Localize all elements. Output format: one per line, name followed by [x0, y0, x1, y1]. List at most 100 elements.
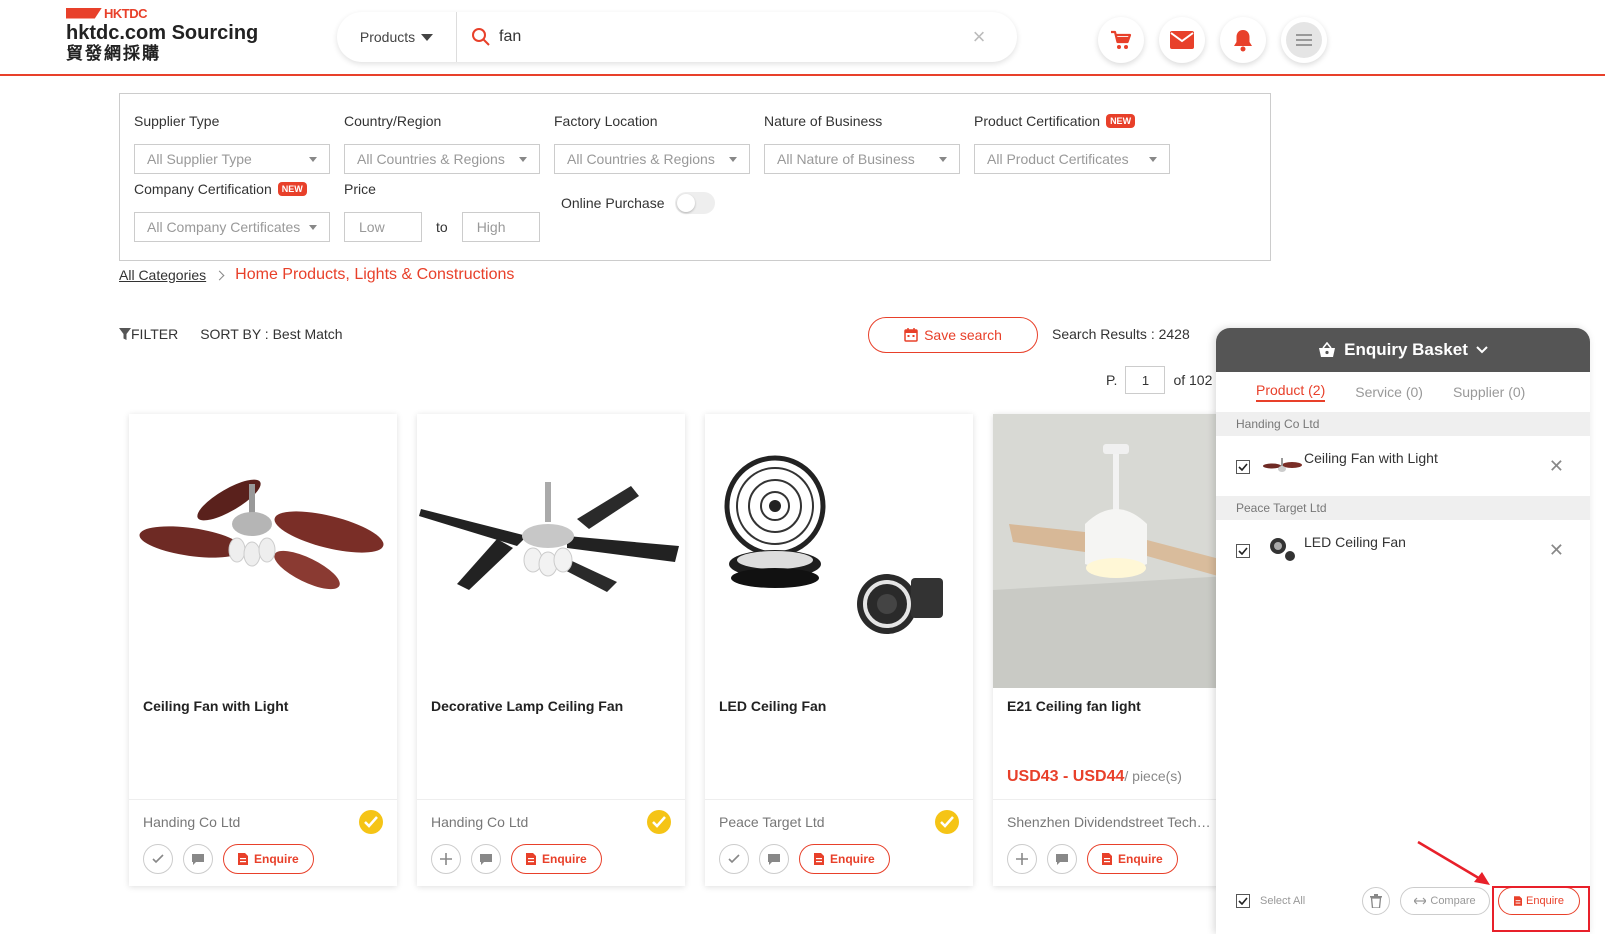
logo-hktdc: HKTDC [104, 5, 148, 21]
product-image[interactable] [417, 414, 685, 688]
enquire-button[interactable]: Enquire [511, 844, 602, 874]
product-card[interactable]: Decorative Lamp Ceiling Fan Handing Co L… [417, 414, 685, 886]
caret-down-icon [939, 156, 947, 162]
header-icons [1098, 17, 1327, 63]
enquire-button[interactable]: Enquire [1087, 844, 1178, 874]
price-low-input[interactable]: Low [344, 212, 422, 242]
basket-item: LED Ceiling Fan ✕ [1216, 520, 1590, 580]
enquiry-basket-header[interactable]: Enquiry Basket [1216, 328, 1590, 372]
country-region-select[interactable]: All Countries & Regions [344, 144, 540, 174]
search-category-label: Products [359, 29, 416, 45]
select-all-checkbox[interactable] [1236, 894, 1250, 908]
factory-location-select[interactable]: All Countries & Regions [554, 144, 750, 174]
select-value: All Company Certificates [147, 219, 301, 235]
item-name[interactable]: LED Ceiling Fan [1304, 534, 1406, 550]
add-to-basket-button[interactable] [143, 844, 173, 874]
tab-product[interactable]: Product (2) [1256, 382, 1326, 402]
calendar-icon [904, 328, 918, 342]
filter-nature-of-business: Nature of Business All Nature of Busines… [764, 112, 960, 174]
product-card[interactable]: LED Ceiling Fan Peace Target Ltd Enquire [705, 414, 973, 886]
check-icon [1238, 897, 1248, 905]
select-value: All Supplier Type [147, 151, 252, 167]
company-certification-select[interactable]: All Company Certificates [134, 212, 330, 242]
page-number-input[interactable]: 1 [1125, 366, 1166, 394]
enquire-button[interactable]: Enquire [223, 844, 314, 874]
cart-icon[interactable] [1098, 17, 1144, 63]
ceiling-fan-image [139, 479, 384, 590]
document-icon [238, 853, 248, 865]
price-unit: / piece(s) [1124, 768, 1182, 784]
chat-button[interactable] [183, 844, 213, 874]
nature-of-business-select[interactable]: All Nature of Business [764, 144, 960, 174]
filter-panel: Supplier Type All Supplier Type Country/… [119, 93, 1271, 261]
tab-supplier[interactable]: Supplier (0) [1453, 384, 1525, 400]
item-thumbnail[interactable] [1262, 450, 1302, 482]
add-to-basket-button[interactable] [431, 844, 461, 874]
add-to-basket-button[interactable] [1007, 844, 1037, 874]
product-certification-select[interactable]: All Product Certificates [974, 144, 1170, 174]
delete-button[interactable] [1362, 887, 1390, 915]
search-icon[interactable] [463, 12, 499, 62]
document-icon [526, 853, 536, 865]
compare-icon [1414, 897, 1427, 905]
logo-title: hktdc.com Sourcing [66, 22, 259, 44]
caret-down-icon [421, 33, 434, 41]
save-search-button[interactable]: Save search [868, 317, 1038, 353]
price-high-input[interactable]: High [461, 212, 540, 242]
add-to-basket-button[interactable] [719, 844, 749, 874]
chat-button[interactable] [1047, 844, 1077, 874]
new-badge: NEW [1106, 114, 1136, 128]
basket-supplier-group: Peace Target Ltd [1216, 496, 1590, 520]
breadcrumb-current[interactable]: Home Products, Lights & Constructions [235, 266, 514, 284]
filter-label: Country/Region [344, 113, 442, 129]
product-card[interactable]: Ceiling Fan with Light Handing Co Ltd En… [129, 414, 397, 886]
caret-down-icon [309, 224, 317, 230]
supplier-name[interactable]: Peace Target Ltd [719, 814, 929, 830]
ceiling-fan-image [419, 482, 679, 592]
tab-service[interactable]: Service (0) [1355, 384, 1423, 400]
item-name[interactable]: Ceiling Fan with Light [1304, 450, 1438, 466]
page-total: of 102 [1173, 372, 1213, 388]
product-title[interactable]: Ceiling Fan with Light [143, 698, 288, 714]
caret-down-icon [309, 156, 317, 162]
chat-button[interactable] [471, 844, 501, 874]
compare-button[interactable]: Compare [1400, 887, 1490, 915]
annotation-arrow-icon [1417, 840, 1490, 885]
bell-icon[interactable] [1220, 17, 1266, 63]
enquire-button[interactable]: Enquire [799, 844, 890, 874]
select-all[interactable]: Select All [1236, 894, 1305, 908]
remove-item-icon[interactable]: ✕ [1549, 540, 1564, 561]
item-thumbnail[interactable] [1262, 534, 1302, 566]
basket-title: Enquiry Basket [1344, 340, 1468, 359]
save-search-label: Save search [924, 327, 1002, 343]
new-badge: NEW [277, 182, 307, 196]
select-value: All Nature of Business [777, 151, 915, 167]
product-title[interactable]: Decorative Lamp Ceiling Fan [431, 698, 623, 714]
online-purchase-toggle[interactable] [674, 192, 715, 214]
supplier-name[interactable]: Shenzhen Dividendstreet Technology [1007, 814, 1217, 830]
clear-search-icon[interactable]: × [959, 24, 999, 50]
search-category-dropdown[interactable]: Products [337, 12, 457, 62]
remove-item-icon[interactable]: ✕ [1549, 456, 1564, 477]
hktdc-logo[interactable]: HKTDC hktdc.com Sourcing 貿發網採購 [66, 6, 258, 64]
product-image[interactable] [705, 414, 973, 688]
item-checkbox[interactable] [1236, 460, 1250, 474]
enquiry-basket-panel: Enquiry Basket Product (2) Service (0) S… [1216, 328, 1590, 934]
product-title[interactable]: E21 Ceiling fan light [1007, 698, 1141, 714]
supplier-name[interactable]: Handing Co Ltd [143, 814, 353, 830]
compare-label: Compare [1430, 895, 1476, 907]
supplier-type-select[interactable]: All Supplier Type [134, 144, 330, 174]
select-value: All Countries & Regions [357, 151, 505, 167]
menu-icon[interactable] [1281, 17, 1327, 63]
item-checkbox[interactable] [1236, 544, 1250, 558]
filter-toggle[interactable]: FILTER [119, 326, 178, 342]
sort-by-dropdown[interactable]: SORT BY : Best Match [200, 326, 342, 342]
results-toolbar: FILTER SORT BY : Best Match [119, 326, 343, 342]
search-input[interactable] [499, 17, 959, 57]
product-image[interactable] [129, 414, 397, 688]
breadcrumb-all-categories[interactable]: All Categories [119, 267, 206, 283]
mail-icon[interactable] [1159, 17, 1205, 63]
product-title[interactable]: LED Ceiling Fan [719, 698, 826, 714]
chat-button[interactable] [759, 844, 789, 874]
supplier-name[interactable]: Handing Co Ltd [431, 814, 641, 830]
